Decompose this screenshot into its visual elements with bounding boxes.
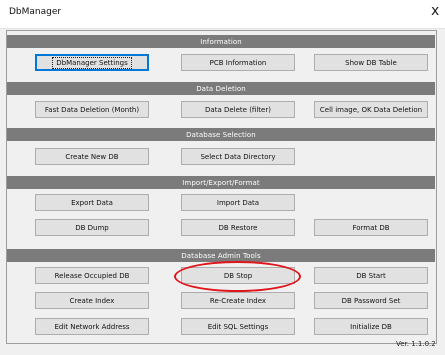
cell-image-ok-data-deletion-button[interactable]: Cell image, OK Data Deletion — [314, 101, 428, 118]
close-icon[interactable]: x — [431, 3, 439, 19]
import-data-button[interactable]: Import Data — [181, 194, 295, 211]
show-db-table-button[interactable]: Show DB Table — [314, 54, 428, 71]
create-index-button[interactable]: Create Index — [35, 292, 149, 309]
release-occupied-db-button[interactable]: Release Occupied DB — [35, 267, 149, 284]
fast-data-deletion-button[interactable]: Fast Data Deletion (Month) — [35, 101, 149, 118]
section-header-data-deletion: Data Deletion — [7, 82, 435, 95]
section-header-information: Information — [7, 35, 435, 48]
edit-sql-settings-button[interactable]: Edit SQL Settings — [181, 318, 295, 335]
initialize-db-button[interactable]: Initialize DB — [314, 318, 428, 335]
dbmanager-settings-button[interactable]: DbManager Settings — [35, 54, 149, 71]
db-dump-button[interactable]: DB Dump — [35, 219, 149, 236]
re-create-index-button[interactable]: Re-Create Index — [181, 292, 295, 309]
window-title: DbManager — [9, 7, 62, 17]
db-stop-button[interactable]: DB Stop — [181, 267, 295, 284]
title-bar: DbManager x — [0, 0, 445, 29]
db-password-set-button[interactable]: DB Password Set — [314, 292, 428, 309]
export-data-button[interactable]: Export Data — [35, 194, 149, 211]
pcb-information-button[interactable]: PCB Information — [181, 54, 295, 71]
create-new-db-button[interactable]: Create New DB — [35, 148, 149, 165]
version-label: Ver. 1.1.0.2 — [396, 340, 436, 348]
data-delete-filter-button[interactable]: Data Delete (filter) — [181, 101, 295, 118]
dbmanager-settings-label: DbManager Settings — [52, 56, 132, 69]
edit-network-address-button[interactable]: Edit Network Address — [35, 318, 149, 335]
format-db-button[interactable]: Format DB — [314, 219, 428, 236]
db-restore-button[interactable]: DB Restore — [181, 219, 295, 236]
db-start-button[interactable]: DB Start — [314, 267, 428, 284]
section-header-database-admin-tools: Database Admin Tools — [7, 249, 435, 262]
section-header-database-selection: Database Selection — [7, 128, 435, 141]
select-data-directory-button[interactable]: Select Data Directory — [181, 148, 295, 165]
section-header-import-export-format: Import/Export/Format — [7, 176, 435, 189]
